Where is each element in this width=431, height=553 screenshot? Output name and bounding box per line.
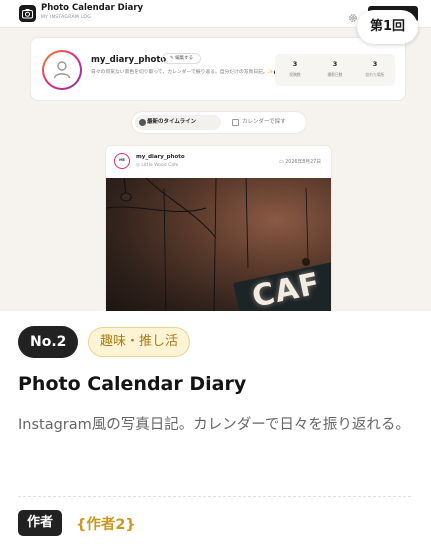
app-subtitle: MY INSTAGRAM LOG [41,15,92,20]
card-description: Instagram風の写真日記。カレンダーで日々を振り返れる。 [18,417,410,433]
camera-icon [19,5,36,22]
calendar-tab: カレンダーで探す [232,115,304,130]
user-icon [53,61,71,79]
stat-label: 訪れた場所 [365,72,385,77]
post-avatar: ME [114,153,130,169]
stat-value: 3 [292,60,298,68]
calendar-tab-label: カレンダーで探す [242,119,286,125]
post-location: ◎ Little Wood Cafe [136,163,179,168]
app-title: Photo Calendar Diary [41,3,144,13]
profile-bio: 日々の何気ない景色を切り取って、カレンダーで振り返る。自分だけの写真日記。✨📷 [91,70,280,75]
round-badge: 第1回 [357,10,418,44]
stat-places: 3 訪れた場所 [355,60,395,78]
timeline-tab: 最新のタイムライン [135,115,221,130]
post-username: my_diary_photo [136,154,185,160]
post-card: ME my_diary_photo ◎ Little Wood Cafe ▭ 2… [105,145,332,311]
post-date-text: 2026年8月27日 [285,160,321,165]
profile-username: my_diary_photo [91,55,167,65]
divider [18,496,411,497]
post-date: ▭ 2026年8月27日 [279,158,321,165]
stat-label: 撮影日数 [327,72,343,77]
card-title[interactable]: Photo Calendar Diary [18,373,246,395]
profile-card: my_diary_photo ✎ 編集する 日々の何気ない景色を切り取って、カレ… [30,37,406,101]
stat-value: 3 [372,60,378,68]
stat-days: 3 撮影日数 [315,60,355,78]
timeline-icon [139,119,146,126]
stat-posts: 3 投稿数 [275,60,315,78]
profile-stats: 3 投稿数 3 撮影日数 3 訪れた場所 [275,54,395,86]
app-screenshot-preview[interactable]: Photo Calendar Diary MY INSTAGRAM LOG my… [0,0,431,311]
author-name[interactable]: {作者2} [76,513,136,534]
post-photo: CAF [106,178,331,311]
author-label: 作者 [18,510,63,536]
avatar [42,50,82,90]
view-toggle: 最新のタイムライン カレンダーで探す [131,111,307,134]
timeline-tab-label: 最新のタイムライン [147,119,197,125]
calendar-icon [232,119,239,126]
category-tag[interactable]: 趣味・推し活 [88,327,191,357]
stat-value: 3 [332,60,338,68]
entry-number-badge: No.2 [18,326,79,358]
edit-profile-button: ✎ 編集する [162,53,201,64]
stat-label: 投稿数 [289,72,301,77]
